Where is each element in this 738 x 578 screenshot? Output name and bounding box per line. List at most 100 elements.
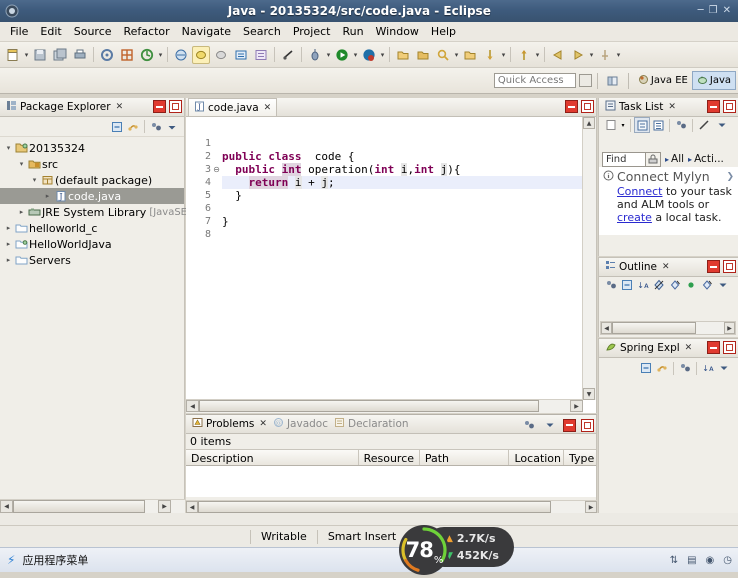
tab-task-list[interactable]: Task List ✕: [602, 98, 679, 116]
menu-navigate[interactable]: Navigate: [176, 23, 237, 40]
tree-item-helloworldjava[interactable]: ▸ HelloWorldJava: [0, 236, 184, 252]
new-interface-icon[interactable]: [212, 46, 230, 64]
previous-annotation-dropdown-icon[interactable]: ▾: [534, 46, 541, 64]
tab-package-explorer[interactable]: Package Explorer ✕: [3, 98, 126, 116]
close-icon[interactable]: ✕: [668, 102, 676, 112]
search-dropdown-icon[interactable]: ▾: [453, 46, 460, 64]
coverage-icon[interactable]: [360, 46, 378, 64]
tree-item-jre-system-library[interactable]: ▸ JRE System Library [JavaSE-1.7]: [0, 204, 211, 220]
collapse-all-icon[interactable]: [619, 277, 635, 293]
close-icon[interactable]: ✕: [259, 419, 267, 429]
twisty-closed-icon[interactable]: ▸: [3, 240, 14, 248]
scroll-left-button[interactable]: ◀: [186, 501, 198, 513]
tab-declaration[interactable]: Declaration: [331, 415, 412, 433]
tab-javadoc[interactable]: @ Javadoc: [270, 415, 331, 433]
minimize-view-button[interactable]: [707, 100, 720, 113]
scroll-right-button[interactable]: ▶: [158, 500, 171, 513]
close-icon[interactable]: ✕: [116, 102, 124, 112]
view-menu-icon[interactable]: [164, 119, 180, 135]
connect-link[interactable]: Connect: [617, 185, 662, 198]
scheduled-presentation-icon[interactable]: [650, 117, 666, 133]
minimize-view-button[interactable]: [153, 100, 166, 113]
scroll-thumb[interactable]: [198, 501, 551, 513]
link-with-editor-icon[interactable]: [654, 360, 670, 376]
new-wizard-dropdown-icon[interactable]: ▾: [23, 46, 30, 64]
view-menu-icon[interactable]: [715, 277, 731, 293]
menu-source[interactable]: Source: [68, 23, 118, 40]
twisty-closed-icon[interactable]: ▸: [16, 208, 27, 216]
column-header-resource[interactable]: Resource: [359, 450, 420, 465]
problems-table-body[interactable]: [186, 466, 596, 497]
menu-refactor[interactable]: Refactor: [118, 23, 176, 40]
menu-window[interactable]: Window: [370, 23, 425, 40]
scroll-thumb[interactable]: [612, 322, 696, 334]
twisty-open-icon[interactable]: ▾: [29, 176, 40, 184]
run-dropdown-icon[interactable]: ▾: [352, 46, 359, 64]
tab-spring-explorer[interactable]: Spring Expl ✕: [602, 339, 695, 357]
tab-problems[interactable]: Problems ✕: [189, 415, 270, 433]
debug-dropdown-icon[interactable]: ▾: [325, 46, 332, 64]
pin-editor-dropdown-icon[interactable]: ▾: [615, 46, 622, 64]
scroll-left-button[interactable]: ◀: [186, 400, 199, 412]
scroll-right-button[interactable]: ▶: [724, 322, 735, 334]
menu-help[interactable]: Help: [425, 23, 462, 40]
tray-network-icon[interactable]: ⇅: [670, 555, 678, 566]
perspective-java[interactable]: Java: [691, 71, 736, 90]
debug-alt-dropdown-icon[interactable]: ▾: [157, 46, 164, 64]
link-with-editor-icon[interactable]: [125, 119, 141, 135]
categorized-presentation-icon[interactable]: [634, 117, 650, 133]
close-icon[interactable]: ✕: [264, 103, 272, 113]
maximize-view-button[interactable]: [723, 260, 736, 273]
view-menu-icon[interactable]: [714, 117, 730, 133]
open-perspective-icon[interactable]: [394, 46, 412, 64]
code-text[interactable]: public class code { public int operation…: [222, 137, 583, 400]
code-editor[interactable]: 1 2 3 4 5 6 7 8 ⊖ public class code { pu…: [186, 117, 596, 413]
next-annotation-dropdown-icon[interactable]: ▾: [500, 46, 507, 64]
hide-non-public-icon[interactable]: [683, 277, 699, 293]
view-menu-icon[interactable]: [542, 417, 558, 433]
sort-icon[interactable]: ↓ᴀ: [700, 360, 716, 376]
package-explorer-hscrollbar[interactable]: ◀ ▶: [0, 499, 185, 513]
quick-access-extra-icon[interactable]: [578, 74, 592, 87]
filters-icon[interactable]: [521, 417, 537, 433]
forward-history-icon[interactable]: [569, 46, 587, 64]
focus-on-active-task-icon[interactable]: [603, 277, 619, 293]
new-task-icon[interactable]: [603, 117, 619, 133]
open-type-icon[interactable]: [232, 46, 250, 64]
minimize-view-button[interactable]: [563, 418, 576, 432]
skip-breakpoints-icon[interactable]: [279, 46, 297, 64]
view-menu-icon[interactable]: [716, 360, 732, 376]
open-perspective-button[interactable]: [604, 72, 622, 90]
fold-collapse-icon[interactable]: ⊖: [212, 163, 221, 176]
minimize-view-button[interactable]: [707, 260, 720, 273]
back-history-icon[interactable]: [549, 46, 567, 64]
print-icon[interactable]: [71, 46, 89, 64]
tree-item-helloworld-c[interactable]: ▸ helloworld_c: [0, 220, 184, 236]
twisty-open-icon[interactable]: ▾: [3, 144, 14, 152]
hide-fields-icon[interactable]: [651, 277, 667, 293]
perspective-java-ee[interactable]: Java EE: [634, 71, 692, 90]
menu-file[interactable]: File: [4, 23, 34, 40]
maximize-view-button[interactable]: [581, 418, 594, 432]
column-header-type[interactable]: Type: [564, 450, 596, 465]
tree-item-src[interactable]: ▾ src: [0, 156, 184, 172]
menu-project[interactable]: Project: [287, 23, 337, 40]
save-icon[interactable]: [31, 46, 49, 64]
maximize-view-button[interactable]: [723, 341, 736, 354]
twisty-open-icon[interactable]: ▾: [16, 160, 27, 168]
outline-hscrollbar[interactable]: ◀ ▶: [600, 321, 736, 335]
close-icon[interactable]: ✕: [685, 343, 693, 353]
tree-item-project-20135324[interactable]: ▾ 20135324: [0, 140, 184, 156]
new-java-project-icon[interactable]: [172, 46, 190, 64]
tree-item-default-package[interactable]: ▾ (default package): [0, 172, 184, 188]
menu-run[interactable]: Run: [336, 23, 369, 40]
tray-clock-icon[interactable]: ◷: [723, 555, 732, 566]
twisty-closed-icon[interactable]: ▸: [3, 224, 14, 232]
search-icon[interactable]: [434, 46, 452, 64]
editor-tab-code-java[interactable]: J code.java ✕: [188, 98, 278, 116]
build-all-icon[interactable]: [98, 46, 116, 64]
column-header-path[interactable]: Path: [420, 450, 510, 465]
create-link[interactable]: create: [617, 211, 652, 224]
maximize-editor-button[interactable]: [581, 100, 594, 113]
external-tools-icon[interactable]: [414, 46, 432, 64]
